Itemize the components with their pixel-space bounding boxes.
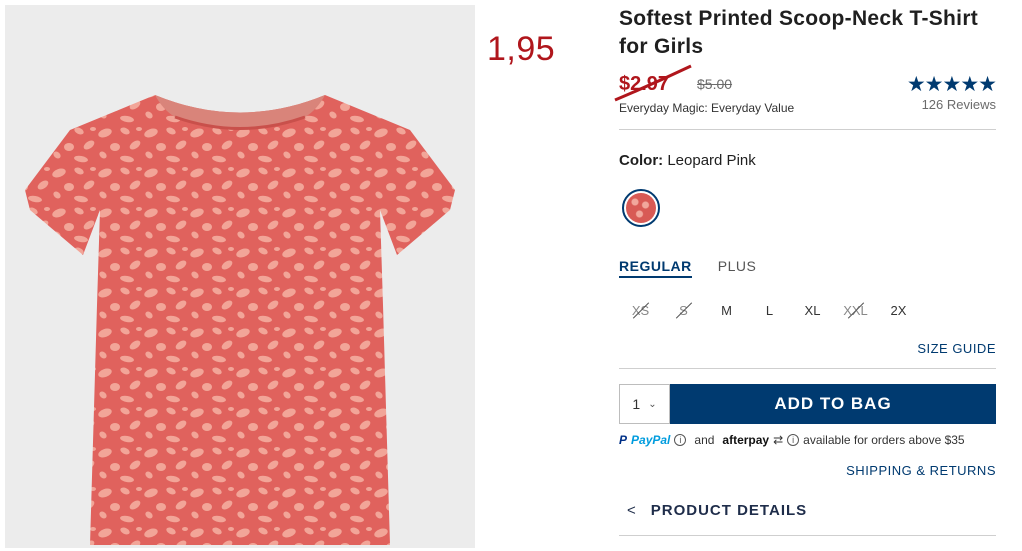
afterpay-logo-icon: ⇄ <box>773 433 784 447</box>
tab-plus[interactable]: PLUS <box>718 258 757 278</box>
chevron-left-icon: < <box>627 502 637 519</box>
shipping-returns-link[interactable]: SHIPPING & RETURNS <box>846 463 996 478</box>
product-title: Softest Printed Scoop-Neck T-Shirt for G… <box>619 7 979 58</box>
divider <box>619 129 996 130</box>
size-xs-button[interactable]: XS <box>619 298 662 324</box>
swatch-pattern <box>626 193 656 223</box>
size-selector: XS S M L XL XXL 2X <box>619 298 920 324</box>
size-xxl-button[interactable]: XXL <box>834 298 877 324</box>
product-details-toggle[interactable]: < PRODUCT DETAILS <box>627 502 807 519</box>
color-label: Color: <box>619 152 664 169</box>
overlay-price: 1,95 <box>487 30 556 68</box>
paypal-logo-icon: P <box>619 433 628 447</box>
size-m-button[interactable]: M <box>705 298 748 324</box>
color-value: Leopard Pink <box>667 152 756 169</box>
add-to-bag-button[interactable]: ADD TO BAG <box>670 384 996 424</box>
original-price: $5.00 <box>697 76 733 92</box>
size-2x-button[interactable]: 2X <box>877 298 920 324</box>
color-row: Color: Leopard Pink <box>619 152 756 169</box>
payment-options: P PayPal i and afterpay ⇄ i available fo… <box>619 433 965 447</box>
tab-regular[interactable]: REGULAR <box>619 258 692 278</box>
size-guide-link[interactable]: SIZE GUIDE <box>917 341 996 356</box>
product-details-label: PRODUCT DETAILS <box>650 502 808 519</box>
paypal-label: PayPal <box>631 433 671 447</box>
rating-stars[interactable]: ★★★★★ <box>907 72 997 97</box>
fit-tabs: REGULAR PLUS <box>619 258 756 278</box>
chevron-down-icon: ⌄ <box>648 398 657 410</box>
promo-text: Everyday Magic: Everyday Value <box>619 101 795 115</box>
divider <box>619 535 996 536</box>
size-s-button[interactable]: S <box>662 298 705 324</box>
quantity-select[interactable]: 1 ⌄ <box>619 384 670 424</box>
color-swatch[interactable] <box>622 189 660 227</box>
info-icon[interactable]: i <box>674 434 687 446</box>
reviews-link[interactable]: 126 Reviews <box>922 97 996 112</box>
size-l-button[interactable]: L <box>748 298 791 324</box>
info-icon[interactable]: i <box>787 434 800 446</box>
payment-note: available for orders above $35 <box>803 433 965 447</box>
and-text: and <box>694 433 715 447</box>
tshirt-illustration <box>25 95 455 545</box>
size-xl-button[interactable]: XL <box>791 298 834 324</box>
sale-price: $2.97 <box>619 73 670 95</box>
product-image[interactable] <box>5 5 475 548</box>
afterpay-label: afterpay <box>722 433 770 447</box>
divider <box>619 368 996 369</box>
quantity-value: 1 <box>632 396 641 412</box>
